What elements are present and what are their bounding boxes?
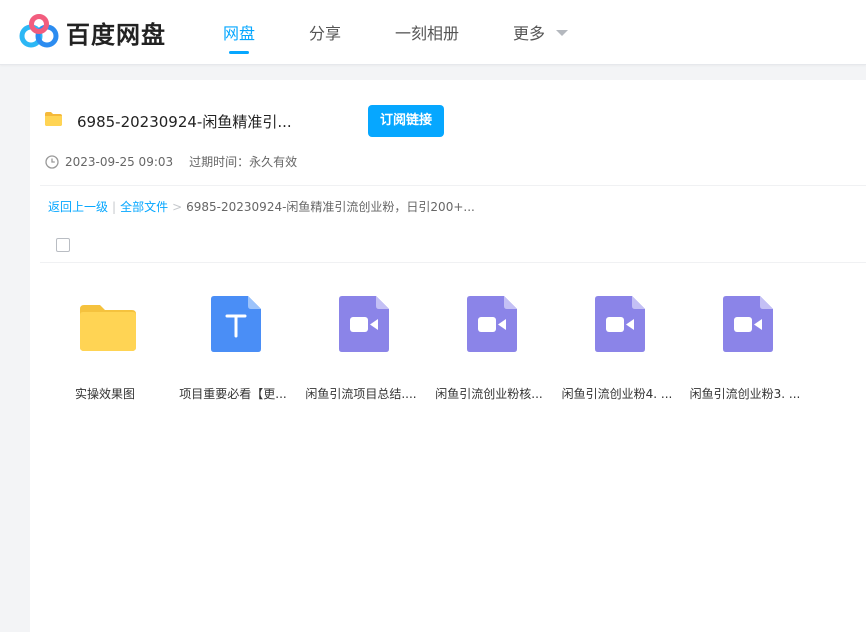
select-all-checkbox[interactable] [56,238,70,252]
nav-netdisk[interactable]: 网盘 [223,20,255,44]
file-name[interactable]: 实操效果图 [46,385,164,402]
baidu-netdisk-logo-icon[interactable] [18,14,60,50]
video-icon [723,296,773,352]
file-name[interactable]: 闲鱼引流创业粉核... [430,385,548,402]
breadcrumb-arrow: > [172,200,183,214]
folder-icon [45,112,62,126]
share-title: 6985-20230924-闲鱼精准引... [77,113,292,131]
file-name[interactable]: 闲鱼引流创业粉3. ... [686,385,804,402]
breadcrumb: 返回上一级 | 全部文件 >6985-20230924-闲鱼精准引流创业粉，日引200… [48,198,475,215]
chevron-down-icon[interactable] [556,30,568,36]
divider [40,262,866,263]
clock-icon [45,155,59,169]
share-panel: 6985-20230924-闲鱼精准引... 订阅链接 2023-09-25 0… [30,80,866,632]
subscribe-button[interactable]: 订阅链接 [368,105,444,137]
expire-text: 过期时间：永久有效 [189,155,298,169]
file-item[interactable]: 闲鱼引流创业粉4. ... [558,295,676,415]
share-meta: 2023-09-25 09:03 过期时间：永久有效 [45,153,297,170]
nav-share[interactable]: 分享 [309,20,341,44]
top-bar: 百度网盘 网盘 分享 一刻相册 更多 [0,0,866,65]
nav-more[interactable]: 更多 [513,20,545,44]
file-name[interactable]: 闲鱼引流创业粉4. ... [558,385,676,402]
video-icon [595,296,645,352]
video-icon [467,296,517,352]
video-icon [339,296,389,352]
breadcrumb-current: 6985-20230924-闲鱼精准引流创业粉，日引200+... [186,200,475,214]
share-date: 2023-09-25 09:03 [65,155,174,169]
brand-name[interactable]: 百度网盘 [66,15,166,50]
file-item[interactable]: 实操效果图 [46,295,164,415]
nav-active-indicator [229,51,249,54]
all-files-link[interactable]: 全部文件 [120,200,168,214]
file-item[interactable]: 项目重要必看【更... [174,295,292,415]
breadcrumb-separator: | [112,200,117,214]
file-item[interactable]: 闲鱼引流创业粉核... [430,295,548,415]
divider [40,185,866,186]
nav-album[interactable]: 一刻相册 [395,20,459,44]
file-item[interactable]: 闲鱼引流项目总结.... [302,295,420,415]
file-name[interactable]: 项目重要必看【更... [174,385,292,402]
file-item[interactable]: 闲鱼引流创业粉3. ... [686,295,804,415]
doc-icon [211,296,261,352]
folder-icon [80,305,136,351]
back-link[interactable]: 返回上一级 [48,200,108,214]
file-name[interactable]: 闲鱼引流项目总结.... [302,385,420,402]
